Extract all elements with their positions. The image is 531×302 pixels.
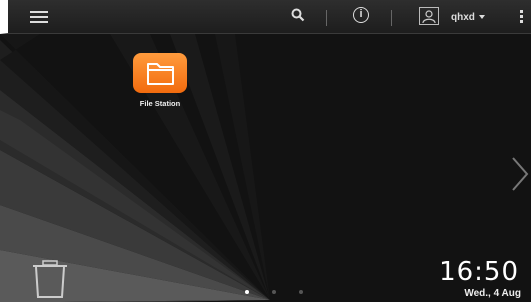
page-dot-active[interactable] xyxy=(245,290,249,294)
clock-date: Wed., 4 Aug xyxy=(464,288,521,299)
hamburger-menu-icon[interactable] xyxy=(30,11,48,23)
username-label: qhxd xyxy=(451,12,475,23)
chevron-right-icon[interactable] xyxy=(509,156,529,192)
folder-icon xyxy=(133,53,187,93)
trash-icon[interactable] xyxy=(32,260,68,298)
clock-time: 16:50 xyxy=(439,257,519,287)
app-label: File Station xyxy=(139,99,181,108)
user-icon[interactable] xyxy=(419,7,439,25)
more-vertical-icon[interactable] xyxy=(520,10,524,25)
user-menu[interactable]: qhxd xyxy=(451,12,485,23)
chevron-down-icon xyxy=(478,15,485,19)
toolbar-divider xyxy=(326,10,327,26)
top-toolbar: i qhxd xyxy=(0,0,531,34)
info-icon[interactable]: i xyxy=(353,7,369,23)
toolbar-divider xyxy=(391,10,392,26)
search-icon[interactable] xyxy=(291,8,305,22)
page-dot[interactable] xyxy=(272,290,276,294)
app-file-station[interactable]: File Station xyxy=(128,53,192,108)
page-dot[interactable] xyxy=(299,290,303,294)
